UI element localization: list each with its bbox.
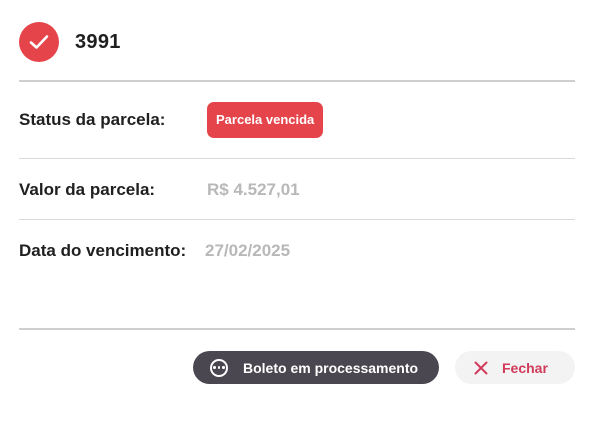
more-horizontal-circle-icon bbox=[210, 358, 228, 377]
close-icon bbox=[474, 361, 488, 375]
modal-header: 3991 bbox=[19, 22, 575, 62]
installment-number: 3991 bbox=[75, 30, 121, 53]
amount-label: Valor da parcela: bbox=[19, 180, 156, 199]
amount-value: R$ 4.527,01 bbox=[207, 180, 300, 199]
status-row: Status da parcela: Parcela vencida bbox=[19, 102, 575, 138]
amount-row: Valor da parcela: R$ 4.527,01 bbox=[19, 178, 575, 202]
boleto-processing-label: Boleto em processamento bbox=[243, 359, 419, 376]
footer-divider bbox=[19, 328, 575, 330]
due-date-row: Data do vencimento: 27/02/2025 bbox=[19, 239, 575, 263]
status-label: Status da parcela: bbox=[19, 110, 166, 129]
row-divider bbox=[19, 158, 575, 159]
due-date-value: 27/02/2025 bbox=[205, 241, 291, 260]
header-divider bbox=[19, 80, 575, 82]
row-divider bbox=[19, 219, 575, 220]
check-circle-icon bbox=[19, 22, 59, 62]
boleto-processing-button[interactable]: Boleto em processamento bbox=[193, 351, 439, 384]
status-badge: Parcela vencida bbox=[207, 102, 324, 138]
close-button[interactable]: Fechar bbox=[455, 351, 575, 384]
due-date-label: Data do vencimento: bbox=[19, 241, 187, 260]
close-label: Fechar bbox=[502, 359, 548, 376]
